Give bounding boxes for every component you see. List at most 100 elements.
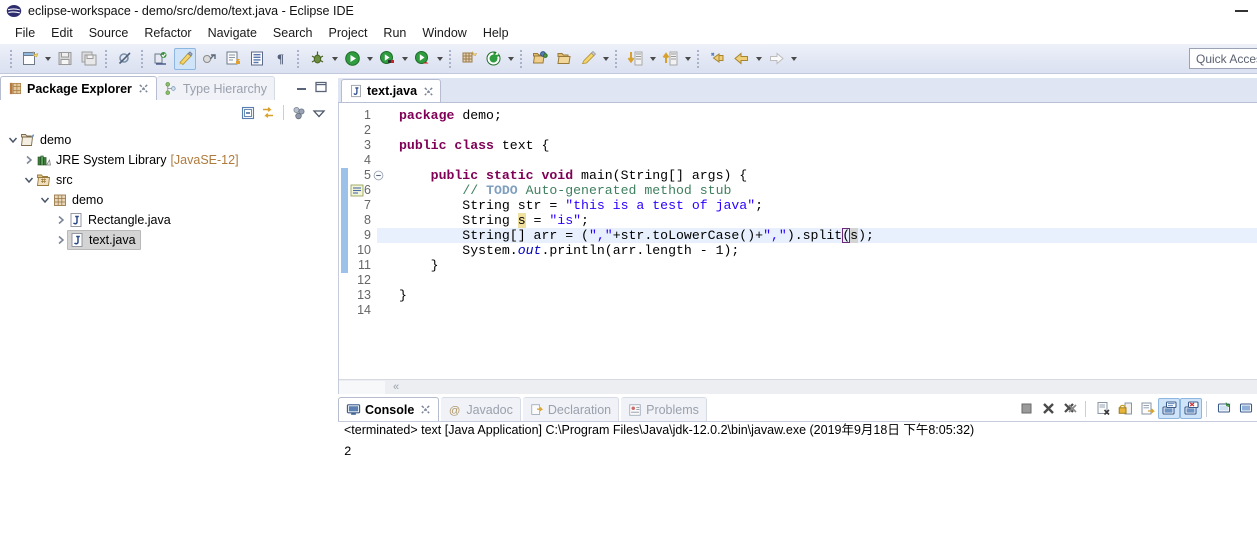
run-icon[interactable] (341, 48, 363, 70)
open-task-folder-icon[interactable] (553, 48, 575, 70)
code-line[interactable]: 5 public static void main(String[] args)… (339, 168, 1257, 183)
focus-on-active-task-icon[interactable] (290, 104, 308, 122)
tab-type-hierarchy[interactable]: Type Hierarchy (156, 76, 275, 100)
menu-item-file[interactable]: File (7, 24, 43, 43)
open-console-icon[interactable] (1180, 398, 1202, 419)
run-last-tool-dropdown-arrow[interactable] (399, 48, 410, 70)
previous-annotation-dropdown-arrow[interactable] (682, 48, 693, 70)
menu-item-navigate[interactable]: Navigate (200, 24, 265, 43)
skip-breakpoints-icon[interactable] (198, 48, 220, 70)
previous-annotation-icon[interactable] (659, 48, 681, 70)
tree-item-rectangle-java[interactable]: Rectangle.java (0, 210, 334, 230)
tab-console[interactable]: Console (338, 397, 440, 421)
code-line[interactable]: 2 (339, 123, 1257, 138)
minimize-button[interactable] (1235, 4, 1249, 16)
collapse-all-icon[interactable] (239, 104, 257, 122)
menu-item-edit[interactable]: Edit (43, 24, 81, 43)
external-tools-dropdown-arrow[interactable] (505, 48, 516, 70)
code-line[interactable]: 10 System.out.println(arr.length - 1); (339, 243, 1257, 258)
code-content[interactable]: 1 package demo; 2 3 public class text {4 5 pu… (339, 103, 1257, 318)
code-line[interactable]: 11 } (339, 258, 1257, 273)
code-line[interactable]: 4 (339, 153, 1257, 168)
search-pencil-icon[interactable] (577, 48, 599, 70)
link-with-editor-icon[interactable] (259, 104, 277, 122)
tab-declaration[interactable]: Declaration (522, 397, 620, 421)
save-icon[interactable] (54, 48, 76, 70)
terminate-icon[interactable] (1015, 398, 1037, 419)
clear-console-icon[interactable] (1092, 398, 1114, 419)
forward-dropdown-arrow[interactable] (788, 48, 799, 70)
next-annotation-dropdown-arrow[interactable] (647, 48, 658, 70)
tab-problems[interactable]: Problems (621, 397, 707, 421)
maximize-view-icon[interactable] (312, 78, 330, 96)
menu-item-source[interactable]: Source (81, 24, 137, 43)
new-java-project-icon[interactable] (150, 48, 172, 70)
remove-all-terminated-icon[interactable] (1059, 398, 1081, 419)
run-dropdown-arrow[interactable] (364, 48, 375, 70)
minimize-view-icon[interactable] (293, 78, 311, 96)
scrollbar-thumb[interactable] (339, 380, 385, 394)
close-icon[interactable] (423, 86, 434, 97)
chevron-right-icon[interactable] (22, 150, 36, 170)
back-dropdown-arrow[interactable] (753, 48, 764, 70)
remove-launch-icon[interactable] (1037, 398, 1059, 419)
close-icon[interactable] (138, 83, 149, 94)
back-icon[interactable] (730, 48, 752, 70)
tree-item-demo[interactable]: demo (0, 190, 334, 210)
open-type-icon[interactable] (529, 48, 551, 70)
code-line[interactable]: 6 // TODO Auto-generated method stub (339, 183, 1257, 198)
open-task-icon[interactable] (246, 48, 268, 70)
tree-item-demo[interactable]: demo (0, 130, 334, 150)
close-icon[interactable] (420, 404, 431, 415)
save-all-icon[interactable] (78, 48, 100, 70)
toggle-breakpoint-disabled-icon[interactable] (114, 48, 136, 70)
console-output-area[interactable]: <terminated> text [Java Application] C:\… (338, 421, 1257, 554)
code-line[interactable]: 12 (339, 273, 1257, 288)
search-pencil-dropdown-arrow[interactable] (600, 48, 611, 70)
forward-icon[interactable] (765, 48, 787, 70)
menu-item-window[interactable]: Window (414, 24, 474, 43)
pilcrow-icon[interactable]: ¶ (270, 48, 292, 70)
scroll-lock-icon[interactable] (1114, 398, 1136, 419)
tab-text-java[interactable]: text.java (341, 79, 442, 102)
chevron-down-icon[interactable] (38, 190, 52, 210)
view-menu-icon[interactable] (310, 104, 328, 122)
chevron-right-icon[interactable] (54, 230, 68, 250)
new-console-view-icon[interactable] (1213, 398, 1235, 419)
external-tools-icon[interactable] (482, 48, 504, 70)
editor-horizontal-scrollbar[interactable]: « (339, 379, 1257, 394)
menu-item-project[interactable]: Project (321, 24, 376, 43)
code-line[interactable]: 9 String[] arr = (","+str.toLowerCase()+… (339, 228, 1257, 243)
chevron-down-icon[interactable] (6, 130, 20, 150)
editor-body[interactable]: 1 package demo; 2 3 public class text {4 5 pu… (338, 103, 1257, 394)
toggle-mark-occurrences-icon[interactable] (174, 47, 196, 70)
tree-item-text-java[interactable]: text.java (0, 230, 334, 250)
chevron-right-icon[interactable] (54, 210, 68, 230)
last-edit-location-icon[interactable] (706, 48, 728, 70)
next-annotation-icon[interactable] (624, 48, 646, 70)
console-menu-icon[interactable] (1235, 398, 1257, 419)
code-line[interactable]: 1 package demo; (339, 108, 1257, 123)
fold-collapse-icon[interactable] (373, 170, 384, 181)
debug-icon[interactable] (306, 48, 328, 70)
tab-package-explorer[interactable]: Package Explorer (0, 76, 157, 100)
code-line[interactable]: 3 public class text { (339, 138, 1257, 153)
quick-access-input[interactable]: Quick Access (1189, 48, 1257, 69)
chevron-down-icon[interactable] (22, 170, 36, 190)
debug-dropdown-arrow[interactable] (329, 48, 340, 70)
code-line[interactable]: 8 String s = "is"; (339, 213, 1257, 228)
display-selected-console-icon[interactable] (1158, 398, 1180, 419)
code-line[interactable]: 7 String str = "this is a test of java"; (339, 198, 1257, 213)
tab-javadoc[interactable]: @ Javadoc (441, 397, 521, 421)
coverage-icon[interactable] (411, 48, 433, 70)
coverage-dropdown-arrow[interactable] (434, 48, 445, 70)
tree-item-jre-system-library[interactable]: JRE System Library [JavaSE-12] (0, 150, 334, 170)
run-last-tool-icon[interactable] (376, 48, 398, 70)
tree-item-src[interactable]: src (0, 170, 334, 190)
pin-console-icon[interactable] (1136, 398, 1158, 419)
code-line[interactable]: 13} (339, 288, 1257, 303)
menu-item-search[interactable]: Search (265, 24, 321, 43)
code-line[interactable]: 14 (339, 303, 1257, 318)
new-wizard-icon[interactable] (19, 48, 41, 70)
new-package-icon[interactable] (458, 48, 480, 70)
